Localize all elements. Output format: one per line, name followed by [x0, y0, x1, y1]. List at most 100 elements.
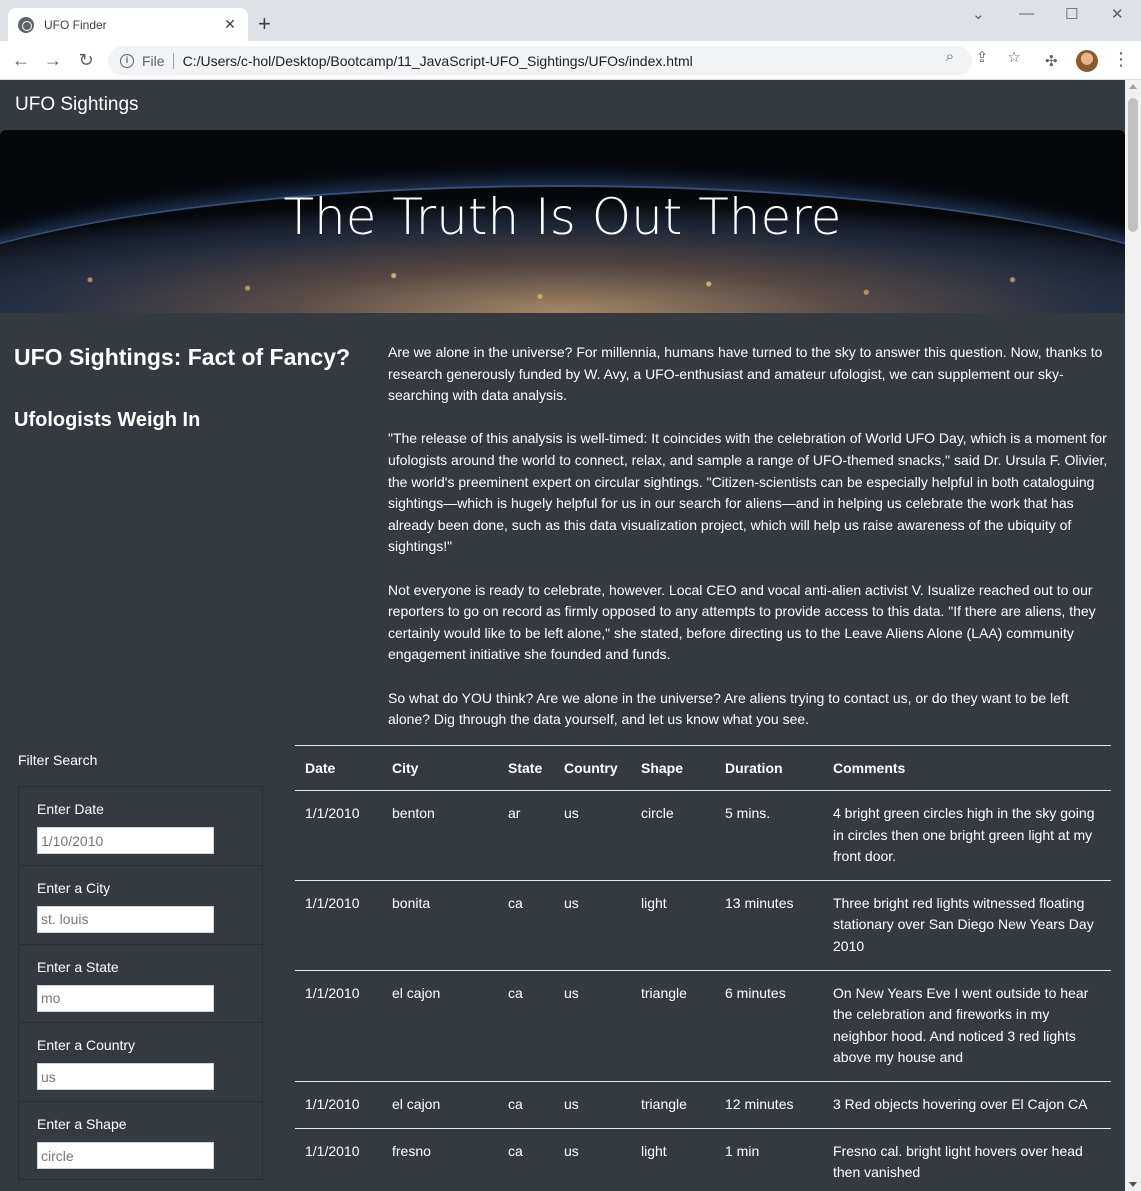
reload-icon[interactable]: ↻ [75, 49, 97, 71]
hero-banner: The Truth Is Out There [0, 130, 1125, 313]
table-row: 1/1/2010 fresno ca us light 1 min Fresno… [295, 1128, 1111, 1191]
filter-heading: Filter Search [18, 752, 98, 768]
table-row: 1/1/2010 el cajon ca us triangle 12 minu… [295, 1081, 1111, 1129]
forward-icon[interactable]: → [42, 49, 64, 71]
ufo-table: Date City State Country Shape Duration C… [295, 745, 1111, 1191]
more-menu-icon[interactable]: ⋮ [1112, 49, 1130, 70]
filter-label: Enter a Country [37, 1037, 136, 1054]
back-icon[interactable]: ← [10, 49, 32, 71]
cell-date: 1/1/2010 [295, 880, 382, 971]
cell-city: fresno [382, 1128, 498, 1191]
filter-item-shape: Enter a Shape [18, 1101, 263, 1180]
table-row: 1/1/2010 el cajon ca us triangle 6 minut… [295, 970, 1111, 1082]
page-content: UFO Sightings The Truth Is Out There UFO… [0, 80, 1125, 1191]
cell-date: 1/1/2010 [295, 1128, 382, 1191]
cell-duration: 5 mins. [715, 790, 823, 881]
cell-date: 1/1/2010 [295, 970, 382, 1082]
zoom-icon[interactable]: ⌕ [941, 48, 959, 65]
new-tab-button[interactable]: + [258, 13, 271, 35]
column-header-comments: Comments [823, 745, 1111, 791]
cell-shape: light [631, 880, 715, 971]
cell-city: el cajon [382, 1081, 498, 1129]
cell-city: benton [382, 790, 498, 881]
filter-item-date: Enter Date [18, 786, 263, 865]
city-input[interactable] [37, 905, 214, 933]
column-header-city: City [382, 745, 498, 791]
column-header-date: Date [295, 745, 382, 791]
info-icon[interactable]: i [120, 54, 134, 68]
cell-shape: triangle [631, 970, 715, 1082]
globe-icon [18, 16, 34, 33]
filter-list: Enter Date Enter a City Enter a State En… [18, 786, 263, 1180]
browser-tab[interactable]: UFO Finder ✕ [8, 8, 248, 41]
article-paragraph: Are we alone in the universe? For millen… [388, 344, 1103, 404]
article-body: Are we alone in the universe? For millen… [388, 342, 1108, 752]
browser-chrome: UFO Finder ✕ + ⌄ — ☐ ✕ ← → ↻ i File C:/U… [0, 0, 1141, 80]
cell-state: ar [498, 790, 554, 881]
filter-item-state: Enter a State [18, 943, 263, 1023]
cell-comments: 4 bright green circles high in the sky g… [823, 790, 1111, 881]
cell-duration: 1 min [715, 1128, 823, 1191]
country-input[interactable] [37, 1063, 214, 1091]
column-header-country: Country [554, 745, 631, 791]
column-header-state: State [498, 745, 554, 791]
cell-date: 1/1/2010 [295, 790, 382, 881]
article-paragraph: "The release of this analysis is well-ti… [388, 430, 1108, 555]
close-window-icon[interactable]: ✕ [1111, 5, 1124, 23]
cell-comments: 3 Red objects hovering over El Cajon CA [823, 1081, 1111, 1129]
cell-country: us [554, 790, 631, 881]
cell-state: ca [498, 1081, 554, 1129]
filter-item-city: Enter a City [18, 864, 263, 944]
article-paragraph: So what do YOU think? Are we alone in th… [388, 689, 1069, 728]
share-icon[interactable]: ⇪ [973, 48, 991, 66]
tab-title: UFO Finder [44, 17, 107, 32]
filter-label: Enter a State [37, 958, 119, 975]
cell-state: ca [498, 1128, 554, 1191]
page-title: UFO Sightings: Fact of Fancy? [14, 344, 351, 370]
cell-comments: On New Years Eve I went outside to hear … [823, 970, 1111, 1082]
scroll-up-icon[interactable] [1129, 84, 1137, 89]
tab-strip: UFO Finder ✕ + ⌄ — ☐ ✕ [0, 0, 1141, 41]
tab-search-icon[interactable]: ⌄ [972, 5, 985, 23]
cell-country: us [554, 880, 631, 971]
column-header-duration: Duration [715, 745, 823, 791]
profile-avatar[interactable] [1076, 50, 1098, 72]
cell-shape: circle [631, 790, 715, 881]
cell-duration: 6 minutes [715, 970, 823, 1082]
scrollbar-thumb[interactable] [1128, 98, 1138, 232]
date-input[interactable] [37, 827, 214, 854]
cell-city: el cajon [382, 970, 498, 1082]
filter-label: Enter Date [37, 801, 104, 817]
maximize-icon[interactable]: ☐ [1065, 5, 1078, 23]
table-header-row: Date City State Country Shape Duration C… [295, 745, 1111, 791]
filter-label: Enter a City [37, 879, 111, 896]
bookmark-star-icon[interactable]: ☆ [1005, 48, 1023, 66]
scroll-down-icon[interactable] [1129, 1182, 1137, 1187]
table-row: 1/1/2010 benton ar us circle 5 mins. 4 b… [295, 790, 1111, 881]
url-scheme: File [142, 53, 174, 69]
minimize-icon[interactable]: — [1019, 5, 1034, 22]
cell-state: ca [498, 880, 554, 971]
cell-shape: light [631, 1128, 715, 1191]
filter-item-country: Enter a Country [18, 1022, 263, 1102]
cell-city: bonita [382, 880, 498, 971]
close-tab-icon[interactable]: ✕ [222, 16, 238, 33]
navbar-brand-link[interactable]: UFO Sightings [15, 94, 139, 116]
cell-comments: Three bright red lights witnessed floati… [823, 880, 1111, 971]
filter-label: Enter a Shape [37, 1116, 127, 1133]
address-bar[interactable]: i File C:/Users/c-hol/Desktop/Bootcamp/1… [108, 46, 972, 76]
shape-input[interactable] [37, 1142, 214, 1170]
page-scrollbar[interactable] [1125, 80, 1141, 1191]
extensions-icon[interactable]: ✣ [1045, 52, 1058, 70]
cell-duration: 13 minutes [715, 880, 823, 971]
cell-shape: triangle [631, 1081, 715, 1129]
hero-heading: The Truth Is Out There [283, 188, 842, 246]
cell-state: ca [498, 970, 554, 1082]
article-paragraph: Not everyone is ready to celebrate, howe… [388, 581, 1096, 663]
url-text[interactable]: C:/Users/c-hol/Desktop/Bootcamp/11_JavaS… [183, 53, 972, 69]
state-input[interactable] [37, 984, 214, 1012]
page-subtitle: Ufologists Weigh In [14, 409, 201, 431]
column-header-shape: Shape [631, 745, 715, 791]
cell-date: 1/1/2010 [295, 1081, 382, 1129]
cell-country: us [554, 970, 631, 1082]
